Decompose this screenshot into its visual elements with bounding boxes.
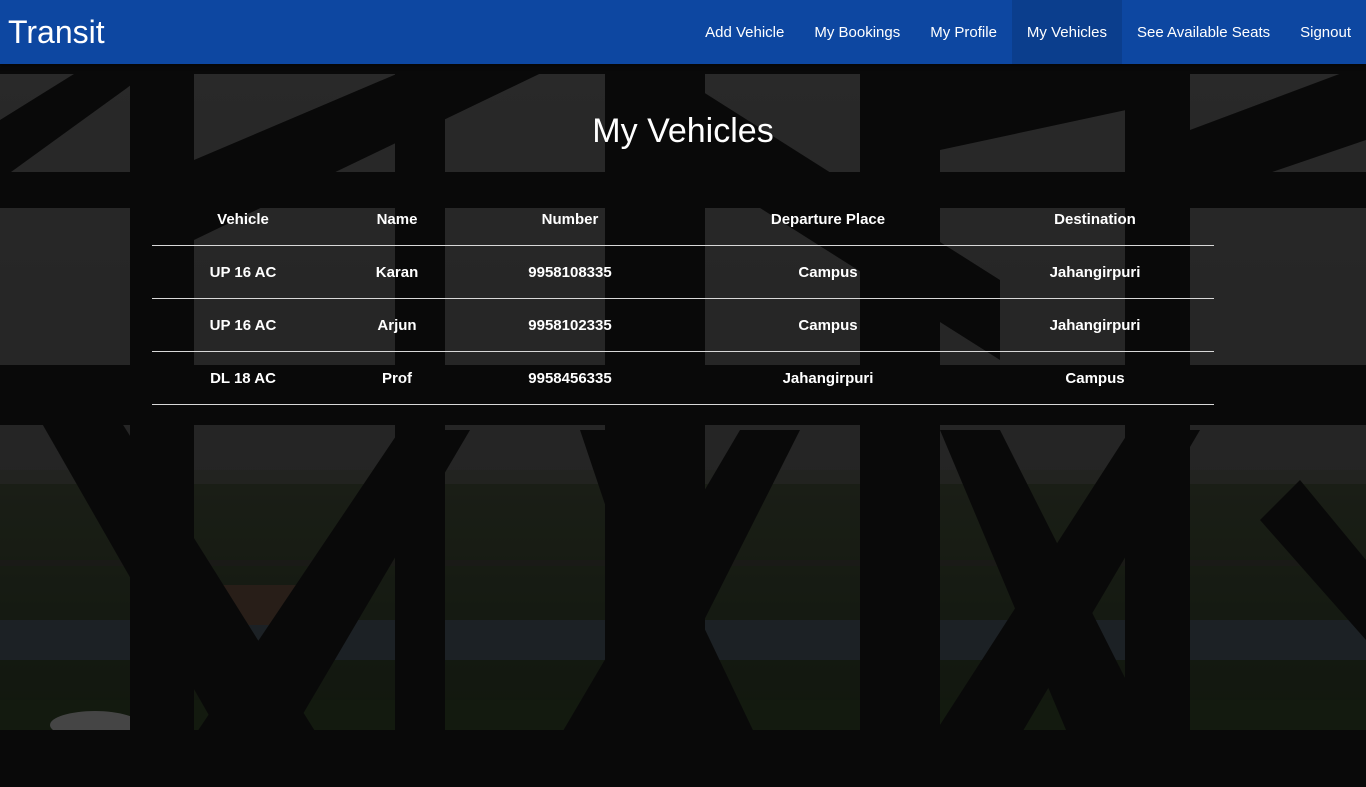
cell-vehicle: DL 18 AC	[152, 351, 334, 405]
nav-menu: Add Vehicle My Bookings My Profile My Ve…	[690, 0, 1366, 64]
brand-logo-link[interactable]: Transit	[8, 12, 105, 52]
cell-name: Karan	[334, 245, 460, 299]
column-header-number: Number	[460, 193, 680, 246]
table-row: UP 16 AC Karan 9958108335 Campus Jahangi…	[152, 245, 1214, 299]
cell-number: 9958102335	[460, 298, 680, 352]
table-body: UP 16 AC Karan 9958108335 Campus Jahangi…	[152, 245, 1214, 405]
column-header-name: Name	[334, 193, 460, 246]
cell-number: 9958108335	[460, 245, 680, 299]
top-navbar: Transit Add Vehicle My Bookings My Profi…	[0, 0, 1366, 64]
page-title: My Vehicles	[592, 112, 774, 150]
cell-departure-place: Campus	[680, 298, 976, 352]
nav-add-vehicle[interactable]: Add Vehicle	[690, 0, 799, 64]
cell-number: 9958456335	[460, 351, 680, 405]
cell-name: Prof	[334, 351, 460, 405]
column-header-departure-place: Departure Place	[680, 193, 976, 246]
column-header-vehicle: Vehicle	[152, 193, 334, 246]
table-row: UP 16 AC Arjun 9958102335 Campus Jahangi…	[152, 298, 1214, 352]
cell-destination: Campus	[976, 351, 1214, 405]
nav-my-vehicles[interactable]: My Vehicles	[1011, 0, 1122, 64]
cell-vehicle: UP 16 AC	[152, 298, 334, 352]
cell-vehicle: UP 16 AC	[152, 245, 334, 299]
nav-my-bookings[interactable]: My Bookings	[799, 0, 915, 64]
cell-destination: Jahangirpuri	[976, 245, 1214, 299]
table-header-row: Vehicle Name Number Departure Place Dest…	[152, 193, 1214, 246]
nav-signout[interactable]: Signout	[1285, 0, 1366, 64]
column-header-destination: Destination	[976, 193, 1214, 246]
cell-departure-place: Jahangirpuri	[680, 351, 976, 405]
table-row: DL 18 AC Prof 9958456335 Jahangirpuri Ca…	[152, 351, 1214, 405]
main-content: My Vehicles Vehicle Name Number Departur…	[0, 64, 1366, 787]
cell-destination: Jahangirpuri	[976, 298, 1214, 352]
nav-my-profile[interactable]: My Profile	[915, 0, 1012, 64]
nav-see-available-seats[interactable]: See Available Seats	[1122, 0, 1285, 64]
cell-name: Arjun	[334, 298, 460, 352]
table-header: Vehicle Name Number Departure Place Dest…	[152, 193, 1214, 246]
cell-departure-place: Campus	[680, 245, 976, 299]
vehicles-table: Vehicle Name Number Departure Place Dest…	[152, 193, 1214, 405]
